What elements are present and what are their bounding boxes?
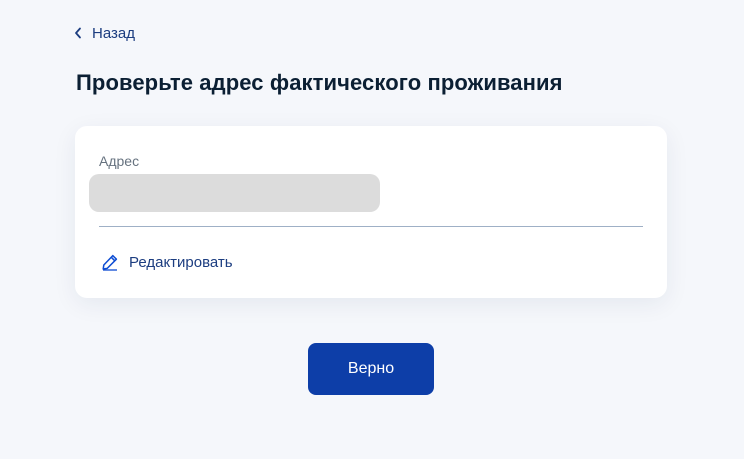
page-title: Проверьте адрес фактического проживания (76, 70, 563, 95)
pencil-icon (101, 253, 119, 271)
back-link[interactable]: Назад (74, 24, 135, 42)
page: Назад Проверьте адрес фактического прожи… (0, 0, 744, 459)
chevron-left-icon (74, 24, 84, 42)
address-field-label: Адрес (99, 153, 140, 169)
address-value-redacted (89, 174, 380, 212)
divider (99, 226, 643, 227)
back-link-label: Назад (92, 24, 135, 42)
confirm-button[interactable]: Верно (308, 343, 434, 395)
edit-address-label: Редактировать (129, 253, 233, 271)
address-card: Адрес Редактировать (75, 126, 667, 298)
edit-address-link[interactable]: Редактировать (101, 253, 233, 271)
